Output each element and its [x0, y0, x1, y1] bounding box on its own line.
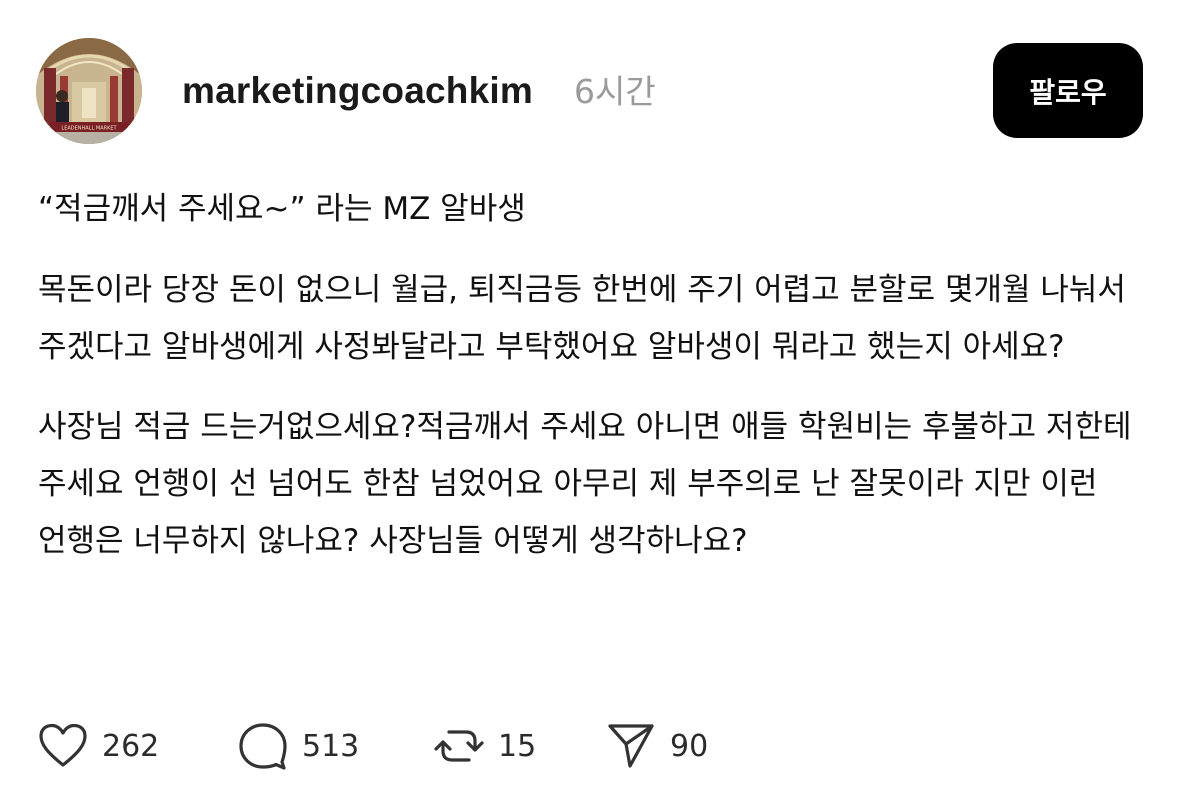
- share-count: 90: [670, 728, 709, 764]
- svg-text:LEADENHALL MARKET: LEADENHALL MARKET: [61, 126, 117, 132]
- send-icon: [606, 722, 656, 770]
- follow-button[interactable]: 팔로우: [993, 43, 1143, 138]
- repost-button[interactable]: 15: [434, 721, 606, 771]
- username[interactable]: marketingcoachkim: [182, 68, 533, 114]
- repost-count: 15: [498, 728, 537, 764]
- post-timestamp: 6시간: [574, 72, 656, 111]
- post-paragraph-1: 목돈이라 당장 돈이 없으니 월급, 퇴직금등 한번에 주기 어렵고 분할로 몇…: [38, 272, 1126, 365]
- reply-count: 513: [302, 728, 360, 764]
- post-title: “적금깨서 주세요~” 라는 MZ 알바생: [38, 191, 526, 227]
- post-paragraph-2: 사장님 적금 드는거없으세요?적금깨서 주세요 아니면 애들 학원비는 후불하고…: [38, 409, 1132, 559]
- post-header: LEADENHALL MARKET marketingcoachkim 6시간 …: [36, 36, 1144, 144]
- avatar-photo: LEADENHALL MARKET: [36, 38, 142, 144]
- reply-button[interactable]: 513: [238, 722, 434, 770]
- avatar[interactable]: LEADENHALL MARKET: [36, 38, 142, 144]
- post-body: “적금깨서 주세요~” 라는 MZ 알바생 목돈이라 당장 돈이 없으니 월급,…: [38, 181, 1148, 570]
- comment-bubble-icon: [238, 722, 288, 770]
- like-button[interactable]: 262: [38, 723, 238, 769]
- share-button[interactable]: 90: [606, 722, 708, 770]
- heart-icon: [38, 723, 88, 769]
- post-actions: 262 513 15 90: [38, 718, 708, 774]
- repost-icon: [434, 721, 484, 771]
- like-count: 262: [102, 728, 160, 764]
